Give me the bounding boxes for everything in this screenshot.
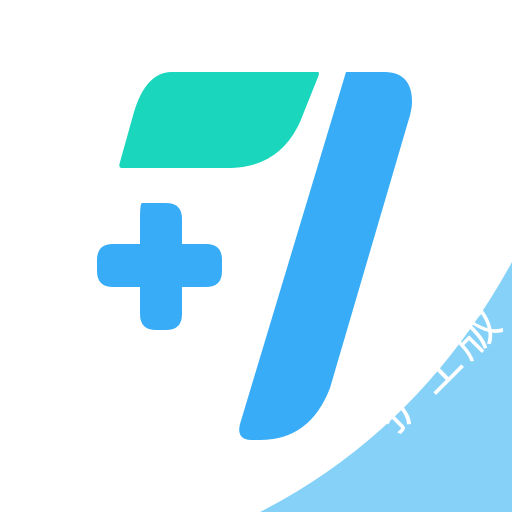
app-icon[interactable]: 护士版 [0,0,512,512]
teal-leaf-shape [119,72,319,168]
app-icon-graphic [97,72,512,512]
blue-plus-icon [97,203,222,330]
